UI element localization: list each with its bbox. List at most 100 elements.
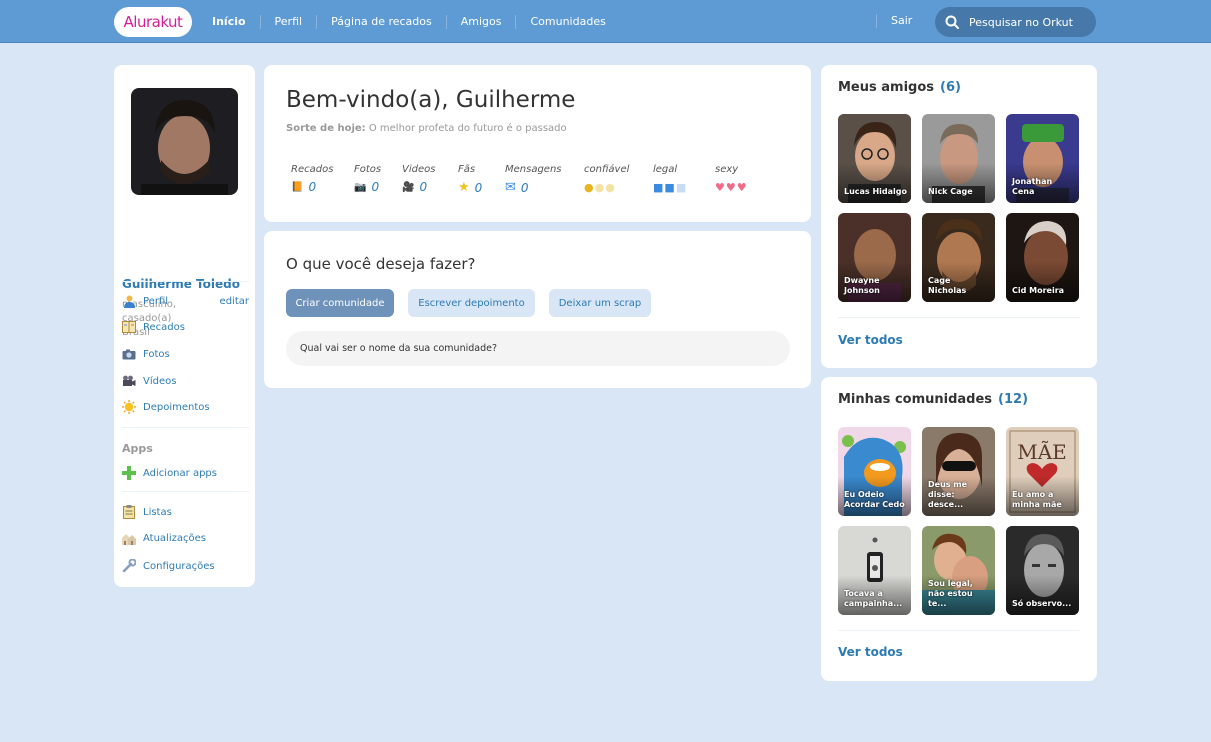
apps-heading: Apps bbox=[122, 442, 153, 455]
community-tile[interactable]: Tocava a campainha... bbox=[838, 526, 911, 615]
write-testimonial-button[interactable]: Escrever depoimento bbox=[408, 289, 535, 317]
search-input[interactable] bbox=[969, 15, 1089, 29]
communities-title-text: Minhas comunidades bbox=[838, 392, 993, 407]
create-community-button[interactable]: Criar comunidade bbox=[286, 289, 394, 317]
stat-label: Recados bbox=[291, 164, 334, 175]
community-name: Deus me disse: desce... bbox=[928, 480, 968, 509]
main-nav: Início Perfil Página de recados Amigos C… bbox=[198, 0, 620, 43]
friend-tile[interactable]: Lucas Hidalgo bbox=[838, 114, 911, 203]
community-name-input[interactable] bbox=[286, 331, 790, 366]
profile-name[interactable]: Guilherme Toledo bbox=[122, 277, 240, 291]
rating-sexy[interactable]: sexy ♥ ♥ ♥ bbox=[715, 164, 747, 194]
stat-value: 0 bbox=[474, 180, 483, 195]
community-name: Tocava a campainha... bbox=[844, 589, 903, 608]
sun-icon bbox=[122, 400, 136, 414]
community-name: Eu Odeio Acordar Cedo bbox=[844, 490, 905, 509]
friend-tile[interactable]: Dwayne Johnson bbox=[838, 213, 911, 302]
top-navbar: Alurakut Início Perfil Página de recados… bbox=[0, 0, 1211, 43]
daily-luck: Sorte de hoje: O melhor profeta do futur… bbox=[286, 123, 567, 134]
stat-videos[interactable]: Videos 🎥 0 bbox=[402, 164, 435, 194]
book-icon: 📙 bbox=[291, 181, 304, 193]
see-all-friends-link[interactable]: Ver todos bbox=[838, 333, 903, 347]
community-name: Sou legal, não estou te... bbox=[928, 579, 973, 608]
sidebar-item-listas[interactable]: Listas bbox=[122, 504, 249, 520]
stat-value: 0 bbox=[308, 180, 317, 194]
video-camera-icon bbox=[122, 374, 136, 388]
divider bbox=[122, 491, 249, 492]
friend-tile[interactable]: Cid Moreira bbox=[1006, 213, 1079, 302]
divider bbox=[122, 427, 249, 428]
stat-label: Videos bbox=[402, 164, 436, 175]
rating-label: confiável bbox=[584, 164, 630, 175]
action-title: O que você deseja fazer? bbox=[286, 255, 476, 273]
stat-fotos[interactable]: Fotos 📷 0 bbox=[354, 164, 381, 194]
search-bar[interactable] bbox=[935, 7, 1096, 37]
community-name: Eu amo a minha mãe bbox=[1012, 490, 1062, 509]
stat-recados[interactable]: Recados 📙 0 bbox=[291, 164, 333, 194]
stat-value: 0 bbox=[371, 180, 380, 194]
sidebar-item-label: Configurações bbox=[143, 560, 215, 572]
friends-count: (6) bbox=[940, 80, 961, 95]
sidebar-item-label: Listas bbox=[143, 506, 172, 518]
stat-mensagens[interactable]: Mensagens ✉ 0 bbox=[505, 164, 562, 195]
star-icon: ★ bbox=[458, 180, 470, 195]
ice-cube-icon: ■ ■ ■ bbox=[653, 181, 687, 194]
sidebar-item-label: Vídeos bbox=[143, 375, 177, 387]
sidebar-item-depoimentos[interactable]: Depoimentos bbox=[122, 399, 249, 415]
friend-name: Cid Moreira bbox=[1012, 286, 1065, 295]
sidebar-item-configuracoes[interactable]: Configurações bbox=[122, 558, 249, 574]
daily-luck-text: O melhor profeta do futuro é o passado bbox=[368, 123, 567, 134]
community-tile[interactable]: Só observo... bbox=[1006, 526, 1079, 615]
friend-name: Lucas Hidalgo bbox=[844, 187, 908, 196]
rating-confiavel[interactable]: confiável ● ● ● bbox=[584, 164, 629, 194]
plus-icon bbox=[122, 466, 136, 480]
sidebar-item-recados[interactable]: Recados bbox=[122, 319, 249, 335]
sidebar-item-label: Adicionar apps bbox=[143, 467, 217, 479]
sidebar-item-videos[interactable]: Vídeos bbox=[122, 373, 249, 389]
nav-amigos[interactable]: Amigos bbox=[447, 14, 517, 29]
nav-comunidades[interactable]: Comunidades bbox=[516, 15, 619, 29]
sidebar-item-atualizacoes[interactable]: Atualizações bbox=[122, 530, 249, 546]
envelope-icon: ✉ bbox=[505, 180, 516, 195]
avatar[interactable] bbox=[131, 88, 238, 195]
friends-box: Meus amigos (6) Lucas Hidalgo Nick Cage J… bbox=[821, 65, 1097, 368]
nav-perfil[interactable]: Perfil bbox=[261, 14, 318, 29]
alurakut-logo[interactable]: Alurakut bbox=[114, 7, 192, 37]
add-apps-link[interactable]: Adicionar apps bbox=[122, 465, 249, 481]
rating-legal[interactable]: legal ■ ■ ■ bbox=[653, 164, 686, 194]
nav-inicio[interactable]: Início bbox=[198, 14, 261, 29]
nav-pagina-de-recados[interactable]: Página de recados bbox=[317, 14, 447, 29]
stat-label: Fotos bbox=[354, 164, 382, 175]
community-tile[interactable]: MÃE Eu amo a minha mãe bbox=[1006, 427, 1079, 516]
sidebar-item-fotos[interactable]: Fotos bbox=[122, 346, 249, 362]
stat-label: Mensagens bbox=[505, 164, 562, 175]
search-icon bbox=[945, 15, 959, 29]
see-all-communities-link[interactable]: Ver todos bbox=[838, 645, 903, 659]
sidebar-item-label: Depoimentos bbox=[143, 401, 210, 413]
friend-tile[interactable]: Jonathan Cena bbox=[1006, 114, 1079, 203]
friend-name: Jonathan Cena bbox=[1012, 177, 1053, 196]
camera-icon bbox=[122, 347, 136, 361]
heart-icon: ♥ ♥ ♥ bbox=[715, 181, 747, 194]
community-tile[interactable]: Sou legal, não estou te... bbox=[922, 526, 995, 615]
community-tile[interactable]: Eu Odeio Acordar Cedo bbox=[838, 427, 911, 516]
stat-fas[interactable]: Fãs ★ 0 bbox=[458, 164, 482, 195]
houses-icon bbox=[122, 531, 136, 545]
friend-tile[interactable]: Cage Nicholas bbox=[922, 213, 995, 302]
friend-name: Cage Nicholas bbox=[928, 276, 967, 295]
welcome-card: Bem-vindo(a), Guilherme Sorte de hoje: O… bbox=[264, 65, 811, 222]
community-tile[interactable]: Deus me disse: desce... bbox=[922, 427, 995, 516]
friend-tile[interactable]: Nick Cage bbox=[922, 114, 995, 203]
stat-value: 0 bbox=[520, 180, 529, 195]
leave-scrap-button[interactable]: Deixar um scrap bbox=[549, 289, 651, 317]
sidebar-item-perfil[interactable]: Perfil editar bbox=[122, 293, 249, 309]
edit-profile-link[interactable]: editar bbox=[220, 296, 249, 307]
svg-text:MÃE: MÃE bbox=[1017, 440, 1067, 464]
logout-link[interactable]: Sair bbox=[876, 14, 912, 28]
action-card: O que você deseja fazer? Criar comunidad… bbox=[264, 231, 811, 388]
friend-name: Nick Cage bbox=[928, 187, 973, 196]
stat-value: 0 bbox=[419, 180, 428, 194]
video-camera-icon: 🎥 bbox=[402, 181, 415, 193]
clipboard-icon bbox=[122, 505, 136, 519]
smiley-icon: ● ● ● bbox=[584, 181, 615, 194]
